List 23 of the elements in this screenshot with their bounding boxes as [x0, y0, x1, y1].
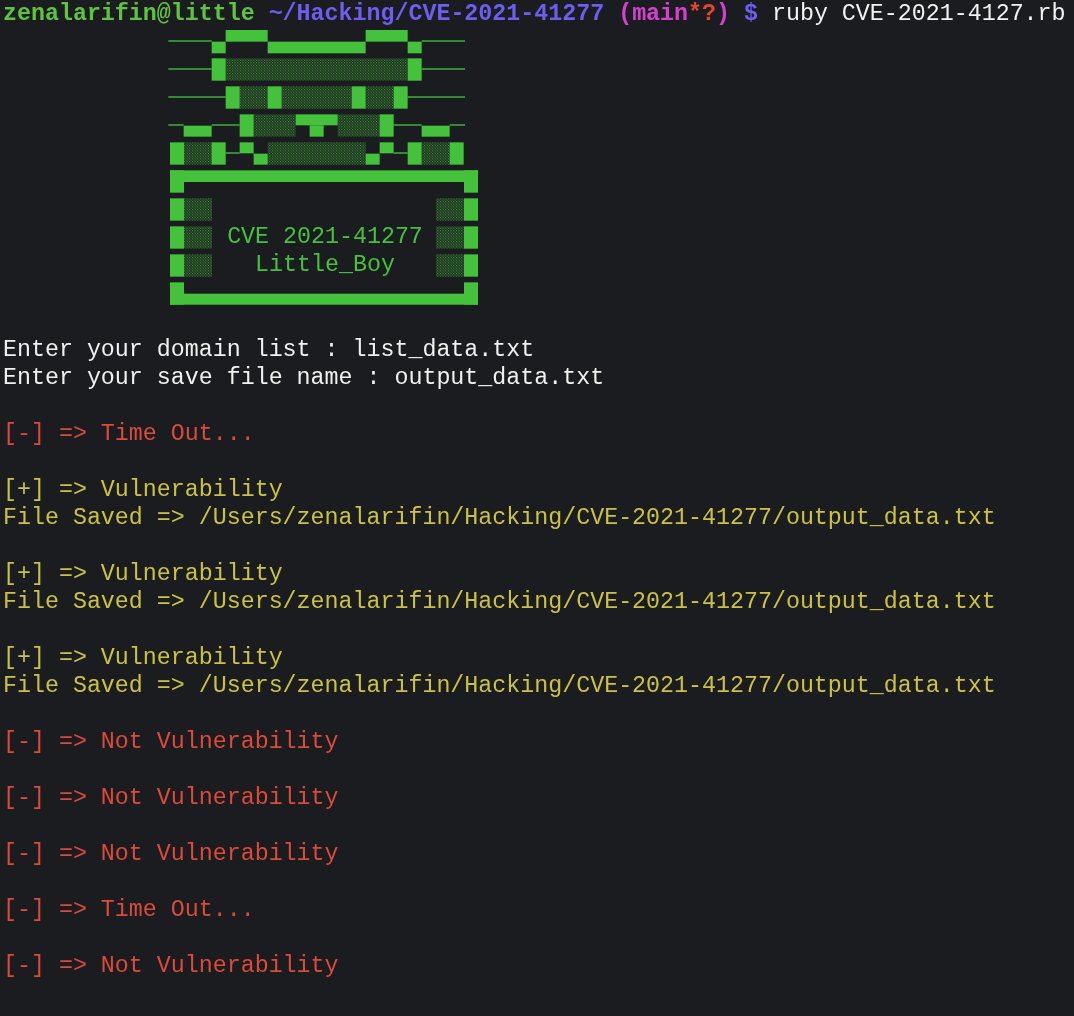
output-line: [-] => Time Out...: [3, 421, 255, 447]
prompt-user-host: zenalarifin@little: [3, 1, 255, 27]
output-line: [+] => Vulnerability: [3, 645, 283, 671]
prompt-git-status: *?: [688, 1, 717, 27]
command-text: ruby CVE-2021-4127.rb: [771, 1, 1066, 27]
output-line: [-] => Time Out...: [3, 897, 255, 923]
output-line: [-] => Not Vulnerability: [3, 729, 339, 755]
output-line: [-] => Not Vulnerability: [3, 953, 339, 979]
output-line: File Saved => /Users/zenalarifin/Hacking/CVE-2021-41277/output_data.txt: [3, 505, 996, 531]
output-line: Enter your save file name : output_data.txt: [3, 365, 605, 391]
prompt-branch: (main: [618, 1, 689, 27]
banner-title: CVE 2021-41277: [226, 223, 424, 251]
output-line: [+] => Vulnerability: [3, 561, 283, 587]
output-line: File Saved => /Users/zenalarifin/Hacking/CVE-2021-41277/output_data.txt: [3, 589, 996, 615]
output-line: [-] => Not Vulnerability: [3, 841, 339, 867]
output-line: [-] => Not Vulnerability: [3, 785, 339, 811]
prompt-branch-end: ): [716, 1, 730, 27]
output-line: File Saved => /Users/zenalarifin/Hacking/CVE-2021-41277/output_data.txt: [3, 673, 996, 699]
output-line: [+] => Vulnerability: [3, 477, 283, 503]
prompt-symbol: $: [744, 1, 758, 27]
banner-subtitle: Little_Boy: [254, 251, 396, 279]
output-line: Enter your domain list : list_data.txt: [3, 337, 535, 363]
prompt-path: ~/Hacking/CVE-2021-41277: [268, 1, 605, 27]
